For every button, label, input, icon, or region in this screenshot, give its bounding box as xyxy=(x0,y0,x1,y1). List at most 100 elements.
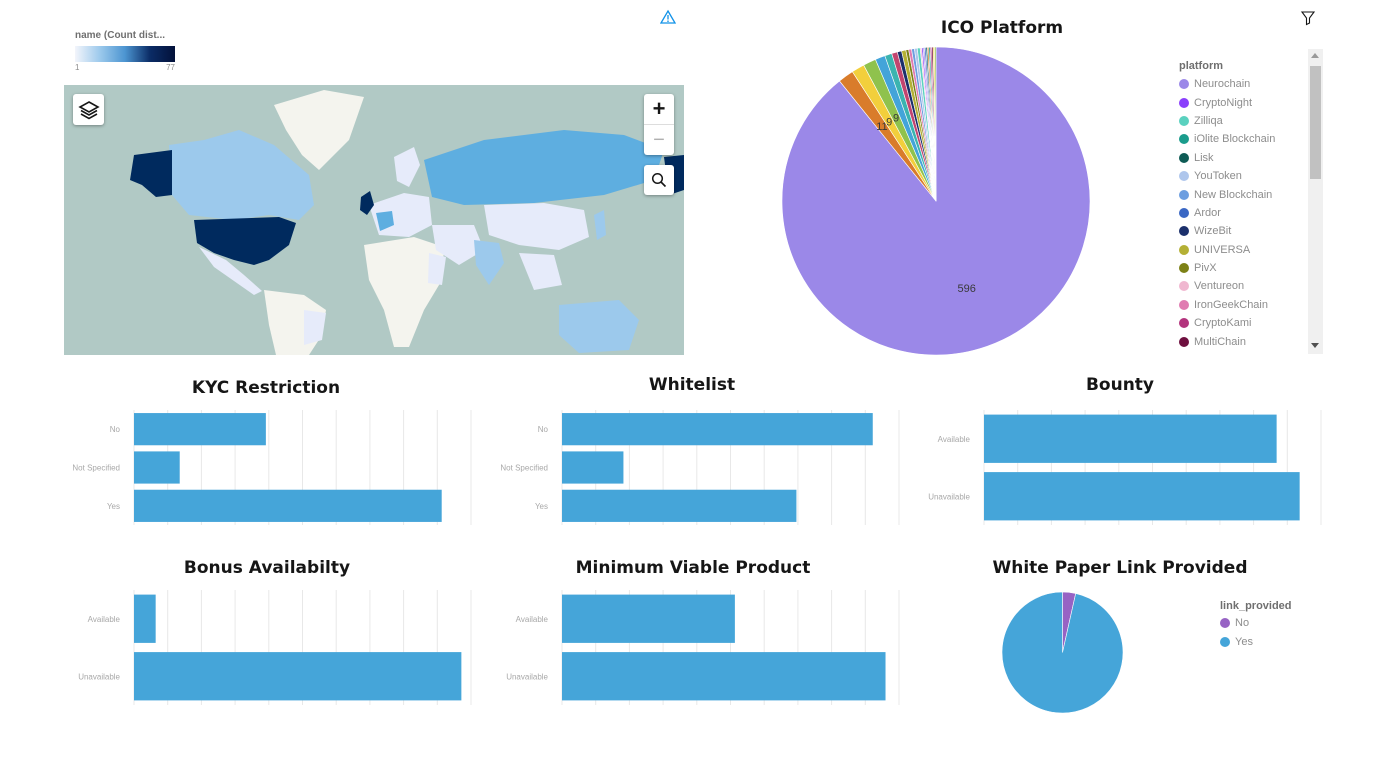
platform-legend-swatch xyxy=(1179,207,1189,218)
platform-legend-label: CryptoKami xyxy=(1194,317,1252,330)
platform-legend-swatch xyxy=(1179,299,1189,310)
platform-legend-swatch xyxy=(1179,134,1189,145)
platform-legend-item[interactable]: CryptoKami xyxy=(1179,314,1304,332)
platform-legend-label: New Blockchain xyxy=(1194,188,1273,201)
kyc-category-label: No xyxy=(110,425,121,434)
bonus-category-label: Unavailable xyxy=(78,672,120,681)
whitepaper-title: White Paper Link Provided xyxy=(992,558,1248,578)
mvp-chart[interactable]: Available Unavailable xyxy=(492,585,904,715)
bonus-bar[interactable] xyxy=(134,594,156,643)
whitepaper-legend: link_provided No Yes xyxy=(1220,600,1330,651)
platform-legend-label: YouToken xyxy=(1194,170,1242,183)
platform-legend-swatch xyxy=(1179,281,1189,292)
whitepaper-legend-label: Yes xyxy=(1235,635,1253,648)
platform-legend-item[interactable]: Neurochain xyxy=(1179,75,1304,93)
platform-legend-item[interactable]: CryptoNight xyxy=(1179,93,1304,111)
platform-legend-item[interactable]: PivX xyxy=(1179,259,1304,277)
platform-legend-label: IronGeekChain xyxy=(1194,298,1268,311)
whitelist-bar[interactable] xyxy=(562,413,873,446)
whitepaper-legend-label: No xyxy=(1235,617,1250,630)
platform-legend-item[interactable]: Zilliqa xyxy=(1179,112,1304,130)
platform-legend-label: Ventureon xyxy=(1194,280,1245,293)
bonus-availability-chart[interactable]: Available Unavailable xyxy=(64,585,476,715)
zoom-out-button[interactable]: − xyxy=(644,125,674,155)
platform-legend-swatch xyxy=(1179,115,1189,126)
platform-legend-label: MultiChain xyxy=(1194,335,1246,348)
platform-legend-item[interactable]: UNIVERSA xyxy=(1179,241,1304,259)
platform-legend-swatch xyxy=(1179,152,1189,163)
kyc-category-label: Not Specified xyxy=(72,464,120,473)
platform-legend-item[interactable]: WizeBit xyxy=(1179,222,1304,240)
map-search-button[interactable] xyxy=(644,165,674,195)
whitepaper-slice[interactable] xyxy=(1001,591,1124,714)
kyc-bar[interactable] xyxy=(134,413,266,446)
legend-scrollbar[interactable] xyxy=(1308,49,1323,354)
platform-legend-item[interactable]: Ardor xyxy=(1179,204,1304,222)
platform-legend-swatch xyxy=(1179,97,1189,108)
mvp-title: Minimum Viable Product xyxy=(575,558,811,578)
world-map[interactable]: + − xyxy=(64,85,684,355)
platform-legend-swatch xyxy=(1179,318,1189,329)
kyc-restriction-chart[interactable]: No Not Specified Yes xyxy=(64,405,476,535)
search-icon xyxy=(651,172,667,188)
mvp-bar[interactable] xyxy=(562,594,735,643)
kyc-bar[interactable] xyxy=(134,489,442,522)
whitelist-bar[interactable] xyxy=(562,451,624,484)
platform-legend-label: CryptoNight xyxy=(1194,96,1253,109)
ico-platform-pie[interactable]: 596119 9 xyxy=(780,45,1092,357)
platform-legend-swatch xyxy=(1179,336,1189,347)
scrollbar-up-arrow[interactable] xyxy=(1311,53,1319,58)
bounty-bar[interactable] xyxy=(984,414,1277,463)
platform-legend-label: Zilliqa xyxy=(1194,114,1223,127)
scrollbar-thumb[interactable] xyxy=(1310,66,1321,179)
platform-slice-label: 596 xyxy=(958,283,976,295)
platform-legend-item[interactable]: iOlite Blockchain xyxy=(1179,130,1304,148)
whitepaper-legend-title: link_provided xyxy=(1220,600,1292,612)
bounty-category-label: Unavailable xyxy=(928,492,970,501)
platform-legend-title: platform xyxy=(1179,60,1223,72)
mvp-category-label: Unavailable xyxy=(506,672,548,681)
bounty-chart[interactable]: Available Unavailable xyxy=(914,405,1326,535)
bonus-title: Bonus Availabilty xyxy=(183,558,351,578)
platform-legend-item[interactable]: Lisk xyxy=(1179,149,1304,167)
warning-icon[interactable] xyxy=(659,9,677,25)
whitepaper-pie[interactable] xyxy=(1000,590,1125,715)
kyc-category-label: Yes xyxy=(107,502,120,511)
scrollbar-down-arrow[interactable] xyxy=(1311,343,1319,348)
platform-legend-swatch xyxy=(1179,244,1189,255)
platform-legend-label: WizeBit xyxy=(1194,225,1232,238)
platform-legend-item[interactable]: Ventureon xyxy=(1179,277,1304,295)
platform-legend-label: iOlite Blockchain xyxy=(1194,133,1276,146)
whitelist-bar[interactable] xyxy=(562,489,797,522)
whitelist-chart[interactable]: No Not Specified Yes xyxy=(492,405,904,535)
whitepaper-legend-item[interactable]: Yes xyxy=(1220,632,1330,650)
plus-icon: + xyxy=(652,96,666,121)
filter-icon[interactable] xyxy=(1300,10,1316,26)
bounty-title: Bounty xyxy=(1085,375,1155,395)
whitelist-category-label: Yes xyxy=(535,502,548,511)
platform-legend-item[interactable]: New Blockchain xyxy=(1179,185,1304,203)
bonus-category-label: Available xyxy=(88,615,121,624)
mvp-category-label: Available xyxy=(516,615,549,624)
bonus-bar[interactable] xyxy=(134,652,462,701)
bounty-bar[interactable] xyxy=(984,472,1300,521)
platform-legend-item[interactable]: IronGeekChain xyxy=(1179,296,1304,314)
map-legend-min: 1 xyxy=(75,63,80,72)
platform-legend-label: Lisk xyxy=(1194,151,1214,164)
whitelist-title: Whitelist xyxy=(648,375,736,395)
whitelist-category-label: Not Specified xyxy=(500,464,548,473)
zoom-in-button[interactable]: + xyxy=(644,94,674,125)
platform-slice-label: 9 xyxy=(893,113,899,125)
layers-button[interactable] xyxy=(73,94,104,125)
whitepaper-legend-item[interactable]: No xyxy=(1220,614,1330,632)
platform-legend-item[interactable]: YouToken xyxy=(1179,167,1304,185)
platform-legend-swatch xyxy=(1179,189,1189,200)
platform-slice-label: 9 xyxy=(886,116,892,128)
map-legend-title: name (Count dist... xyxy=(75,30,165,41)
platform-legend-item[interactable]: MultiChain xyxy=(1179,332,1304,350)
platform-legend-label: Neurochain xyxy=(1194,78,1251,91)
kyc-bar[interactable] xyxy=(134,451,180,484)
mvp-bar[interactable] xyxy=(562,652,886,701)
platform-legend-swatch xyxy=(1179,263,1189,274)
kyc-title: KYC Restriction xyxy=(191,378,341,398)
